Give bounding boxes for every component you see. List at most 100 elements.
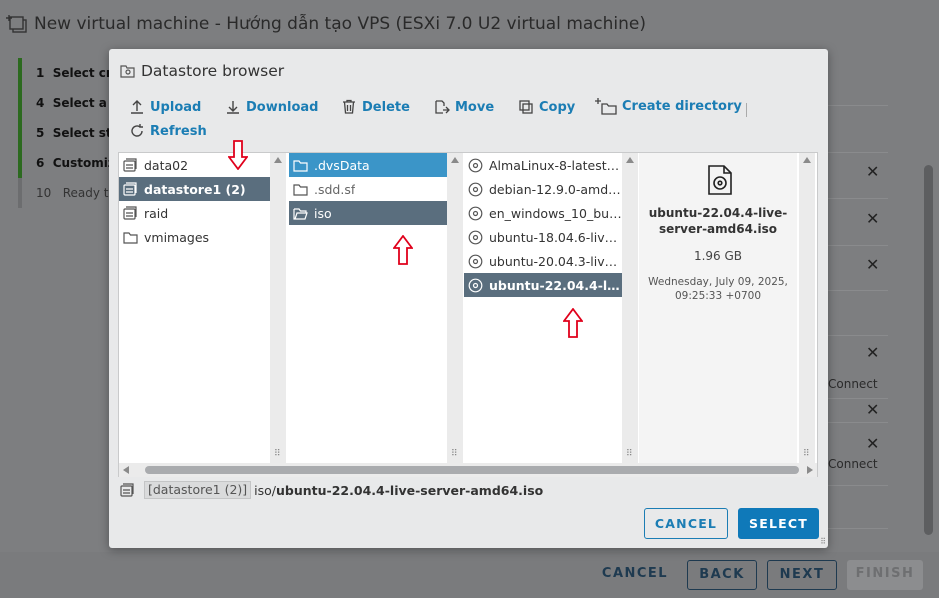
copy-icon <box>519 100 533 114</box>
folder-icon <box>293 159 308 172</box>
divider <box>828 485 888 486</box>
remove-icon[interactable]: ✕ <box>866 400 879 419</box>
wizard-next-button[interactable]: NEXT <box>767 560 837 590</box>
file-item[interactable]: ubuntu-20.04.3-live-server-amd64.iso <box>464 249 622 273</box>
move-icon <box>435 100 450 114</box>
preview-file-name: ubuntu-22.04.4-live-server-amd64.iso <box>648 206 788 236</box>
column-resize-grip[interactable]: ⠿ <box>803 450 810 459</box>
selected-path: [datastore1 (2)] iso/ ubuntu-22.04.4-liv… <box>120 480 543 500</box>
folder-item[interactable]: .sdd.sf <box>289 177 447 201</box>
disc-icon <box>468 278 483 292</box>
annotation-arrow-up <box>393 235 413 265</box>
annotation-arrow-up <box>563 308 583 338</box>
remove-icon[interactable]: ✕ <box>866 255 879 274</box>
wizard-step[interactable]: 10 Ready to complete <box>18 178 113 208</box>
wizard-title: New virtual machine - Hướng dẫn tạo VPS … <box>34 14 646 34</box>
wizard-step[interactable]: 4 Select a name <box>18 88 113 118</box>
preview-scrollbar[interactable]: ⠿ <box>799 153 815 463</box>
path-file: ubuntu-22.04.4-live-server-amd64.iso <box>276 482 544 498</box>
preview-modified-date: Wednesday, July 09, 2025, 09:25:33 +0700 <box>648 276 788 302</box>
wizard-scrollbar[interactable] <box>924 165 933 535</box>
disc-icon <box>468 158 483 172</box>
file-item[interactable]: ubuntu-18.04.6-live-server-amd64.iso <box>464 225 622 249</box>
column-resize-grip[interactable]: ⠿ <box>451 450 458 459</box>
folder-item[interactable]: iso <box>289 201 447 225</box>
divider <box>828 105 888 106</box>
datastore-item[interactable]: raid <box>119 201 270 225</box>
disc-icon <box>468 230 483 244</box>
column-scrollbar[interactable]: ⠿ <box>622 153 638 463</box>
upload-button[interactable]: Upload <box>129 99 201 115</box>
divider <box>828 290 888 291</box>
datastore-browser-dialog: Datastore browser Upload Download Delete… <box>109 49 828 548</box>
folder-open-icon <box>293 207 308 220</box>
datastore-browser-icon <box>120 65 135 78</box>
datastore-icon <box>123 157 137 172</box>
column-scrollbar[interactable]: ⠿ <box>447 153 463 463</box>
remove-icon[interactable]: ✕ <box>866 209 879 228</box>
wizard-step[interactable]: 1 Select creation type <box>18 58 113 88</box>
wizard-steps: 1 Select creation type 4 Select a name 5… <box>18 58 113 208</box>
divider <box>828 398 888 399</box>
create-directory-button[interactable]: Create directory <box>595 97 742 115</box>
new-folder-icon <box>595 98 617 115</box>
file-preview: ubuntu-22.04.4-live-server-amd64.iso 1.9… <box>639 153 797 463</box>
remove-icon[interactable]: ✕ <box>866 343 879 362</box>
refresh-icon <box>131 124 143 137</box>
copy-button[interactable]: Copy <box>518 99 575 115</box>
move-button[interactable]: Move <box>434 99 494 115</box>
divider <box>828 152 888 153</box>
annotation-arrow-down <box>228 140 248 170</box>
datastore-icon <box>123 205 137 220</box>
file-item[interactable]: AlmaLinux-8-latest-x86_64-dvd.iso <box>464 153 622 177</box>
scroll-left-icon[interactable] <box>123 466 129 474</box>
folder-item[interactable]: .dvsData <box>289 153 447 177</box>
resize-handle[interactable]: ⠿ <box>820 538 826 546</box>
refresh-button[interactable]: Refresh <box>129 123 207 139</box>
upload-icon <box>131 100 143 114</box>
disc-icon <box>468 254 483 268</box>
wizard-step[interactable]: 6 Customize settings <box>18 148 113 178</box>
select-button[interactable]: SELECT <box>738 508 819 539</box>
remove-icon[interactable]: ✕ <box>866 162 879 181</box>
file-item[interactable]: en_windows_10_business_editions.iso <box>464 201 622 225</box>
cancel-button[interactable]: CANCEL <box>644 508 728 539</box>
datastore-icon <box>123 181 137 196</box>
horizontal-scrollbar[interactable] <box>119 463 817 477</box>
toolbar-separator <box>746 103 747 117</box>
folder-icon <box>293 183 308 196</box>
connect-label: Connect <box>828 457 878 471</box>
datastore-icon <box>120 482 134 497</box>
download-icon <box>227 101 239 114</box>
dialog-title: Datastore browser <box>120 62 284 80</box>
disc-icon <box>468 182 483 196</box>
download-button[interactable]: Download <box>225 99 318 115</box>
new-vm-icon <box>6 15 27 33</box>
path-folder: iso/ <box>254 482 277 498</box>
connect-label: Connect <box>828 377 878 391</box>
disc-icon <box>468 206 483 220</box>
disc-file-icon <box>708 165 732 195</box>
folder-list: .dvsData .sdd.sf iso <box>289 153 447 463</box>
wizard-step[interactable]: 5 Select storage <box>18 118 113 148</box>
datastore-item[interactable]: vmimages <box>119 225 270 249</box>
column-scrollbar[interactable]: ⠿ <box>270 153 286 463</box>
delete-button[interactable]: Delete <box>341 99 410 115</box>
wizard-title-bar: New virtual machine - Hướng dẫn tạo VPS … <box>0 0 939 48</box>
file-item[interactable]: ubuntu-22.04.4-live-server-amd64.iso <box>464 273 622 297</box>
column-resize-grip[interactable]: ⠿ <box>274 450 281 459</box>
divider <box>828 335 888 336</box>
wizard-finish-button[interactable]: FINISH <box>847 560 923 590</box>
scroll-right-icon[interactable] <box>807 466 813 474</box>
divider <box>828 422 888 423</box>
remove-icon[interactable]: ✕ <box>866 434 879 453</box>
wizard-cancel-button[interactable]: CANCEL <box>598 560 672 590</box>
wizard-back-button[interactable]: BACK <box>687 560 757 590</box>
column-resize-grip[interactable]: ⠿ <box>626 450 633 459</box>
datastore-item[interactable]: datastore1 (2) <box>119 177 270 201</box>
file-browser: data02 datastore1 (2) raid vmimages ⠿ .d… <box>118 152 818 477</box>
file-item[interactable]: debian-12.9.0-amd64-netinst.iso <box>464 177 622 201</box>
scrollbar-thumb[interactable] <box>145 466 799 474</box>
file-list: AlmaLinux-8-latest-x86_64-dvd.iso debian… <box>464 153 622 463</box>
divider <box>828 528 888 529</box>
